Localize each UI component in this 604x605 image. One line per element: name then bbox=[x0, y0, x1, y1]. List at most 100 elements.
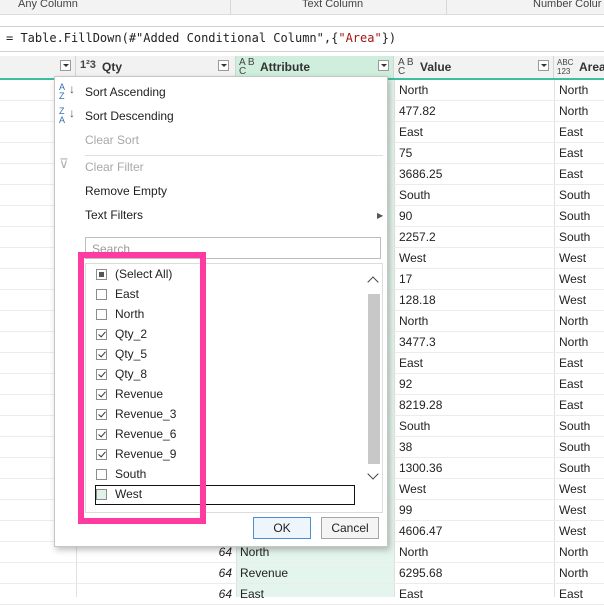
area-cell[interactable]: West bbox=[559, 482, 586, 496]
scroll-down-icon[interactable] bbox=[368, 472, 380, 482]
formula-text[interactable]: = Table.FillDown(#"Added Conditional Col… bbox=[6, 31, 396, 45]
table-row: 64 East East East bbox=[0, 584, 604, 605]
value-cell[interactable]: North bbox=[399, 83, 428, 97]
number-type-icon[interactable]: 1²3 bbox=[80, 60, 96, 71]
value-cell[interactable]: 38 bbox=[399, 440, 412, 454]
scroll-up-icon[interactable] bbox=[368, 276, 380, 286]
chevron-right-icon: ▶ bbox=[377, 211, 384, 220]
text-type-icon[interactable]: A BC bbox=[239, 58, 255, 77]
value-cell[interactable]: 6295.68 bbox=[399, 566, 442, 580]
area-cell[interactable]: North bbox=[559, 104, 588, 118]
ribbon-separator bbox=[230, 0, 231, 14]
area-cell[interactable]: South bbox=[559, 188, 590, 202]
cancel-button[interactable]: Cancel bbox=[321, 517, 379, 539]
header-attribute-label: Attribute bbox=[260, 60, 310, 74]
value-cell[interactable]: 92 bbox=[399, 377, 412, 391]
value-cell[interactable]: South bbox=[399, 419, 430, 433]
header-area[interactable]: ABC 123 Area bbox=[554, 56, 604, 78]
header-value-label: Value bbox=[420, 60, 452, 74]
area-cell[interactable]: West bbox=[559, 524, 586, 538]
value-cell[interactable]: 17 bbox=[399, 272, 412, 286]
clear-filter-item[interactable]: Clear Filter bbox=[85, 160, 144, 174]
qty-cell[interactable]: 64 bbox=[182, 545, 232, 559]
area-cell[interactable]: South bbox=[559, 461, 590, 475]
value-cell[interactable]: East bbox=[399, 356, 423, 370]
value-cell[interactable]: 3477.3 bbox=[399, 335, 436, 349]
qty-filter-dropdown[interactable] bbox=[218, 60, 229, 71]
area-cell[interactable]: East bbox=[559, 398, 583, 412]
value-cell[interactable]: East bbox=[399, 125, 423, 139]
value-cell[interactable]: 1300.36 bbox=[399, 461, 442, 475]
header-qty[interactable]: 1²3 Qty bbox=[76, 56, 236, 78]
table-row: 64 Revenue 6295.68 North bbox=[0, 563, 604, 584]
ok-button[interactable]: OK bbox=[253, 517, 311, 539]
scroll-thumb[interactable] bbox=[368, 294, 380, 464]
value-cell[interactable]: West bbox=[399, 482, 426, 496]
area-cell[interactable]: East bbox=[559, 146, 583, 160]
clear-filter-icon: ⊽ bbox=[59, 156, 69, 171]
area-cell[interactable]: East bbox=[559, 356, 583, 370]
area-cell[interactable]: East bbox=[559, 587, 583, 601]
area-cell[interactable]: West bbox=[559, 272, 586, 286]
qty-cell[interactable]: 64 bbox=[182, 587, 232, 601]
clear-sort-item[interactable]: Clear Sort bbox=[85, 133, 139, 147]
ribbon-number-column[interactable]: Number Colur bbox=[533, 0, 601, 10]
formula-bar[interactable]: = Table.FillDown(#"Added Conditional Col… bbox=[0, 26, 604, 52]
ribbon-any-column[interactable]: Any Column bbox=[18, 0, 78, 10]
area-cell[interactable]: East bbox=[559, 167, 583, 181]
text-type-icon[interactable]: A BC bbox=[398, 58, 414, 77]
value-cell[interactable]: 75 bbox=[399, 146, 412, 160]
value-cell[interactable]: North bbox=[399, 314, 428, 328]
value-filter-dropdown[interactable] bbox=[538, 60, 549, 71]
area-cell[interactable]: North bbox=[559, 83, 588, 97]
sort-descending-item[interactable]: Sort Descending bbox=[85, 109, 174, 123]
pink-highlight-box bbox=[78, 252, 206, 524]
text-filters-item[interactable]: Text Filters bbox=[85, 208, 143, 222]
sort-ascending-item[interactable]: Sort Ascending bbox=[85, 85, 166, 99]
value-cell[interactable]: 3686.25 bbox=[399, 167, 442, 181]
value-cell[interactable]: 8219.28 bbox=[399, 398, 442, 412]
area-cell[interactable]: West bbox=[559, 293, 586, 307]
value-cell[interactable]: 4606.47 bbox=[399, 524, 442, 538]
area-cell[interactable]: South bbox=[559, 209, 590, 223]
area-cell[interactable]: North bbox=[559, 545, 588, 559]
area-cell[interactable]: North bbox=[559, 314, 588, 328]
header-area-label: Area bbox=[579, 60, 604, 74]
value-cell[interactable]: 2257.2 bbox=[399, 230, 436, 244]
attribute-cell[interactable]: East bbox=[240, 587, 264, 601]
sort-descending-icon: Z A ↓ bbox=[59, 106, 75, 125]
area-cell[interactable]: North bbox=[559, 335, 588, 349]
attribute-cell[interactable]: North bbox=[240, 545, 269, 559]
value-cell[interactable]: 90 bbox=[399, 209, 412, 223]
any-type-icon[interactable]: ABC 123 bbox=[557, 58, 573, 76]
sort-ascending-icon: A Z ↓ bbox=[59, 82, 75, 101]
ribbon-separator bbox=[446, 0, 447, 14]
area-cell[interactable]: East bbox=[559, 377, 583, 391]
attribute-filter-dropdown[interactable] bbox=[378, 60, 389, 71]
value-cell[interactable]: West bbox=[399, 251, 426, 265]
area-cell[interactable]: East bbox=[559, 125, 583, 139]
value-cell[interactable]: East bbox=[399, 587, 423, 601]
list-scrollbar[interactable] bbox=[366, 272, 382, 492]
value-cell[interactable]: South bbox=[399, 188, 430, 202]
value-cell[interactable]: 128.18 bbox=[399, 293, 436, 307]
menu-separator bbox=[85, 155, 383, 156]
header-attribute[interactable]: A BC Attribute bbox=[236, 56, 394, 78]
value-cell[interactable]: 99 bbox=[399, 503, 412, 517]
value-cell[interactable]: 477.82 bbox=[399, 104, 436, 118]
value-cell[interactable]: North bbox=[399, 545, 428, 559]
header-value[interactable]: A BC Value bbox=[394, 56, 554, 78]
remove-empty-item[interactable]: Remove Empty bbox=[85, 184, 167, 198]
area-cell[interactable]: West bbox=[559, 503, 586, 517]
area-cell[interactable]: South bbox=[559, 230, 590, 244]
chevron-down-icon[interactable] bbox=[60, 60, 71, 71]
header-qty-label: Qty bbox=[102, 60, 123, 74]
ribbon-text-column[interactable]: Text Column bbox=[302, 0, 363, 10]
qty-cell[interactable]: 64 bbox=[182, 566, 232, 580]
area-cell[interactable]: West bbox=[559, 251, 586, 265]
header-previous-column[interactable] bbox=[0, 56, 76, 78]
area-cell[interactable]: South bbox=[559, 419, 590, 433]
attribute-cell[interactable]: Revenue bbox=[240, 566, 288, 580]
area-cell[interactable]: South bbox=[559, 440, 590, 454]
area-cell[interactable]: North bbox=[559, 566, 588, 580]
